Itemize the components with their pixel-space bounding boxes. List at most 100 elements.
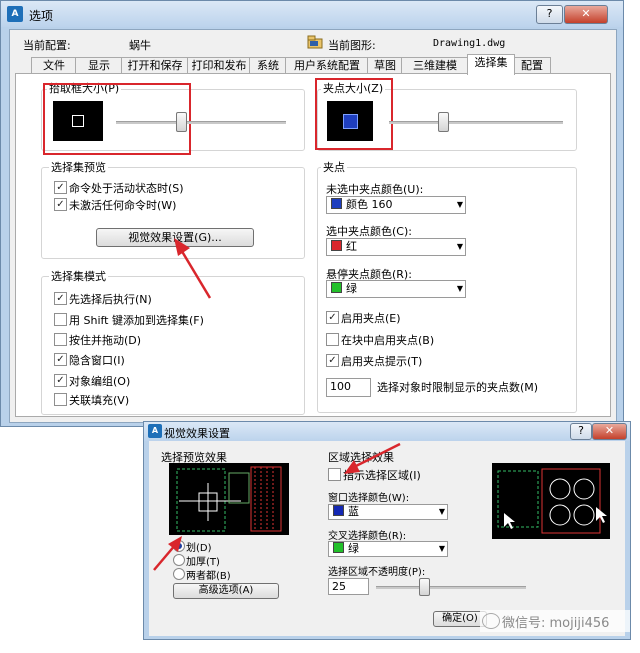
annotation-arrow-indicate-area xyxy=(344,442,401,474)
press-drag-label: 按住并拖动(D) xyxy=(69,334,142,347)
preview-effect-image xyxy=(169,463,289,535)
object-grouping-label: 对象编组(O) xyxy=(69,375,131,388)
window-title: 选项 xyxy=(29,9,54,23)
color-swatch-icon xyxy=(331,198,342,209)
active-command-checkbox[interactable]: ✓ xyxy=(54,181,67,194)
grips-title: 夹点 xyxy=(321,161,347,174)
enable-grips-checkbox[interactable]: ✓ xyxy=(326,311,339,324)
tab-profiles[interactable]: 配置 xyxy=(513,57,551,74)
window-color-value: 蓝 xyxy=(348,505,359,518)
annotation-arrow-visual-button xyxy=(174,238,212,299)
drawing-file-icon xyxy=(307,35,323,49)
hover-grip-color-value: 绿 xyxy=(346,282,357,295)
autocad-app-icon: A xyxy=(148,424,162,438)
shift-add-label: 用 Shift 键添加到选择集(F) xyxy=(69,314,204,327)
no-command-label: 未激活任何命令时(W) xyxy=(69,199,177,212)
enable-grips-in-blocks-checkbox[interactable] xyxy=(326,333,339,346)
selected-grip-color-select[interactable]: 红 ▼ xyxy=(326,238,466,256)
opacity-label: 选择区域不透明度(P): xyxy=(328,567,426,578)
selected-grip-color-label: 选中夹点颜色(C): xyxy=(326,225,412,238)
enable-grip-tips-label: 启用夹点提示(T) xyxy=(341,355,423,368)
help-button[interactable]: ? xyxy=(536,5,563,24)
options-window: A 选项 ? ✕ 当前配置: 蜗牛 当前图形: Drawing1.dwg 文件 … xyxy=(0,0,624,427)
grip-size-preview xyxy=(327,101,373,141)
no-command-checkbox[interactable]: ✓ xyxy=(54,198,67,211)
advanced-options-button[interactable]: 高级选项(A) xyxy=(173,583,279,599)
chevron-down-icon: ▼ xyxy=(456,284,463,293)
tab-plot-publish[interactable]: 打印和发布 xyxy=(187,57,251,74)
grip-limit-input[interactable]: 100 xyxy=(326,378,371,397)
object-grouping-checkbox[interactable]: ✓ xyxy=(54,374,67,387)
grip-size-slider-thumb[interactable] xyxy=(437,112,449,132)
pickbox-preview xyxy=(53,101,103,141)
unselected-grip-color-value: 颜色 160 xyxy=(346,198,393,211)
implied-window-label: 隐含窗口(I) xyxy=(69,354,125,367)
tab-drafting[interactable]: 草图 xyxy=(367,57,403,74)
implied-window-checkbox[interactable]: ✓ xyxy=(54,353,67,366)
radio-both-label: 两者都(B) xyxy=(186,571,231,582)
color-swatch-icon xyxy=(331,282,342,293)
tab-files[interactable]: 文件 xyxy=(31,57,77,74)
color-swatch-icon xyxy=(331,240,342,251)
chevron-down-icon: ▼ xyxy=(438,544,445,553)
wechat-icon xyxy=(482,613,500,629)
grip-limit-label: 选择对象时限制显示的夹点数(M) xyxy=(377,381,539,394)
tab-selection[interactable]: 选择集 xyxy=(467,54,515,75)
enable-grip-tips-checkbox[interactable]: ✓ xyxy=(326,354,339,367)
pickbox-slider-track[interactable] xyxy=(116,121,286,124)
grip-square-icon xyxy=(343,114,358,129)
tab-open-save[interactable]: 打开和保存 xyxy=(121,57,189,74)
annotation-arrow-radio-dash xyxy=(153,536,182,571)
active-command-label: 命令处于活动状态时(S) xyxy=(69,182,184,195)
dialog-title: 视觉效果设置 xyxy=(164,427,230,440)
pickbox-slider-thumb[interactable] xyxy=(175,112,187,132)
selection-modes-title: 选择集模式 xyxy=(49,270,108,283)
selected-grip-color-value: 红 xyxy=(346,240,357,253)
noun-verb-label: 先选择后执行(N) xyxy=(69,293,152,306)
pickbox-square-icon xyxy=(72,115,84,127)
title-bar[interactable]: A 选项 ? ✕ xyxy=(1,1,623,27)
tab-display[interactable]: 显示 xyxy=(75,57,123,74)
window-color-select[interactable]: 蓝 ▼ xyxy=(328,504,448,520)
watermark-text: 微信号: mojiji456 xyxy=(502,616,610,631)
dialog-help-button[interactable]: ? xyxy=(570,423,592,440)
opacity-input[interactable]: 25 xyxy=(328,578,369,595)
unselected-grip-color-label: 未选中夹点颜色(U): xyxy=(326,183,424,196)
opacity-slider-thumb[interactable] xyxy=(419,578,430,596)
watermark: 微信号: mojiji456 xyxy=(480,610,630,632)
current-profile-label: 当前配置: xyxy=(23,39,71,52)
opacity-slider-track[interactable] xyxy=(376,586,526,589)
noun-verb-checkbox[interactable]: ✓ xyxy=(54,292,67,305)
close-button[interactable]: ✕ xyxy=(564,5,608,24)
current-drawing-value: Drawing1.dwg xyxy=(433,38,506,49)
enable-grips-label: 启用夹点(E) xyxy=(341,312,401,325)
color-swatch-icon xyxy=(333,505,344,516)
shift-add-checkbox[interactable] xyxy=(54,313,67,326)
enable-grips-in-blocks-label: 在块中启用夹点(B) xyxy=(341,334,435,347)
current-profile-value: 蜗牛 xyxy=(129,39,151,52)
tab-3d-modeling[interactable]: 三维建模 xyxy=(401,57,469,74)
associative-hatch-label: 关联填充(V) xyxy=(69,394,130,407)
radio-dash-label: 划(D) xyxy=(186,543,212,554)
press-drag-checkbox[interactable] xyxy=(54,333,67,346)
chevron-down-icon: ▼ xyxy=(438,507,445,516)
color-swatch-icon xyxy=(333,542,344,553)
radio-thicken-label: 加厚(T) xyxy=(186,557,220,568)
tab-user-preferences[interactable]: 用户系统配置 xyxy=(285,57,369,74)
chevron-down-icon: ▼ xyxy=(456,242,463,251)
unselected-grip-color-select[interactable]: 颜色 160 ▼ xyxy=(326,196,466,214)
hover-grip-color-select[interactable]: 绿 ▼ xyxy=(326,280,466,298)
tab-system[interactable]: 系统 xyxy=(249,57,287,74)
autocad-app-icon: A xyxy=(7,6,23,22)
cross-color-value: 绿 xyxy=(348,542,359,555)
grip-size-slider-track[interactable] xyxy=(389,121,563,124)
selection-preview-title: 选择集预览 xyxy=(49,161,108,174)
chevron-down-icon: ▼ xyxy=(456,200,463,209)
ok-button[interactable]: 确定(O) xyxy=(433,611,487,627)
area-effect-preview-image xyxy=(492,463,610,539)
dialog-close-button[interactable]: ✕ xyxy=(592,423,627,440)
cross-color-label: 交叉选择颜色(R): xyxy=(328,531,407,542)
window-color-label: 窗口选择颜色(W): xyxy=(328,493,410,504)
cross-color-select[interactable]: 绿 ▼ xyxy=(328,541,448,557)
associative-hatch-checkbox[interactable] xyxy=(54,393,67,406)
